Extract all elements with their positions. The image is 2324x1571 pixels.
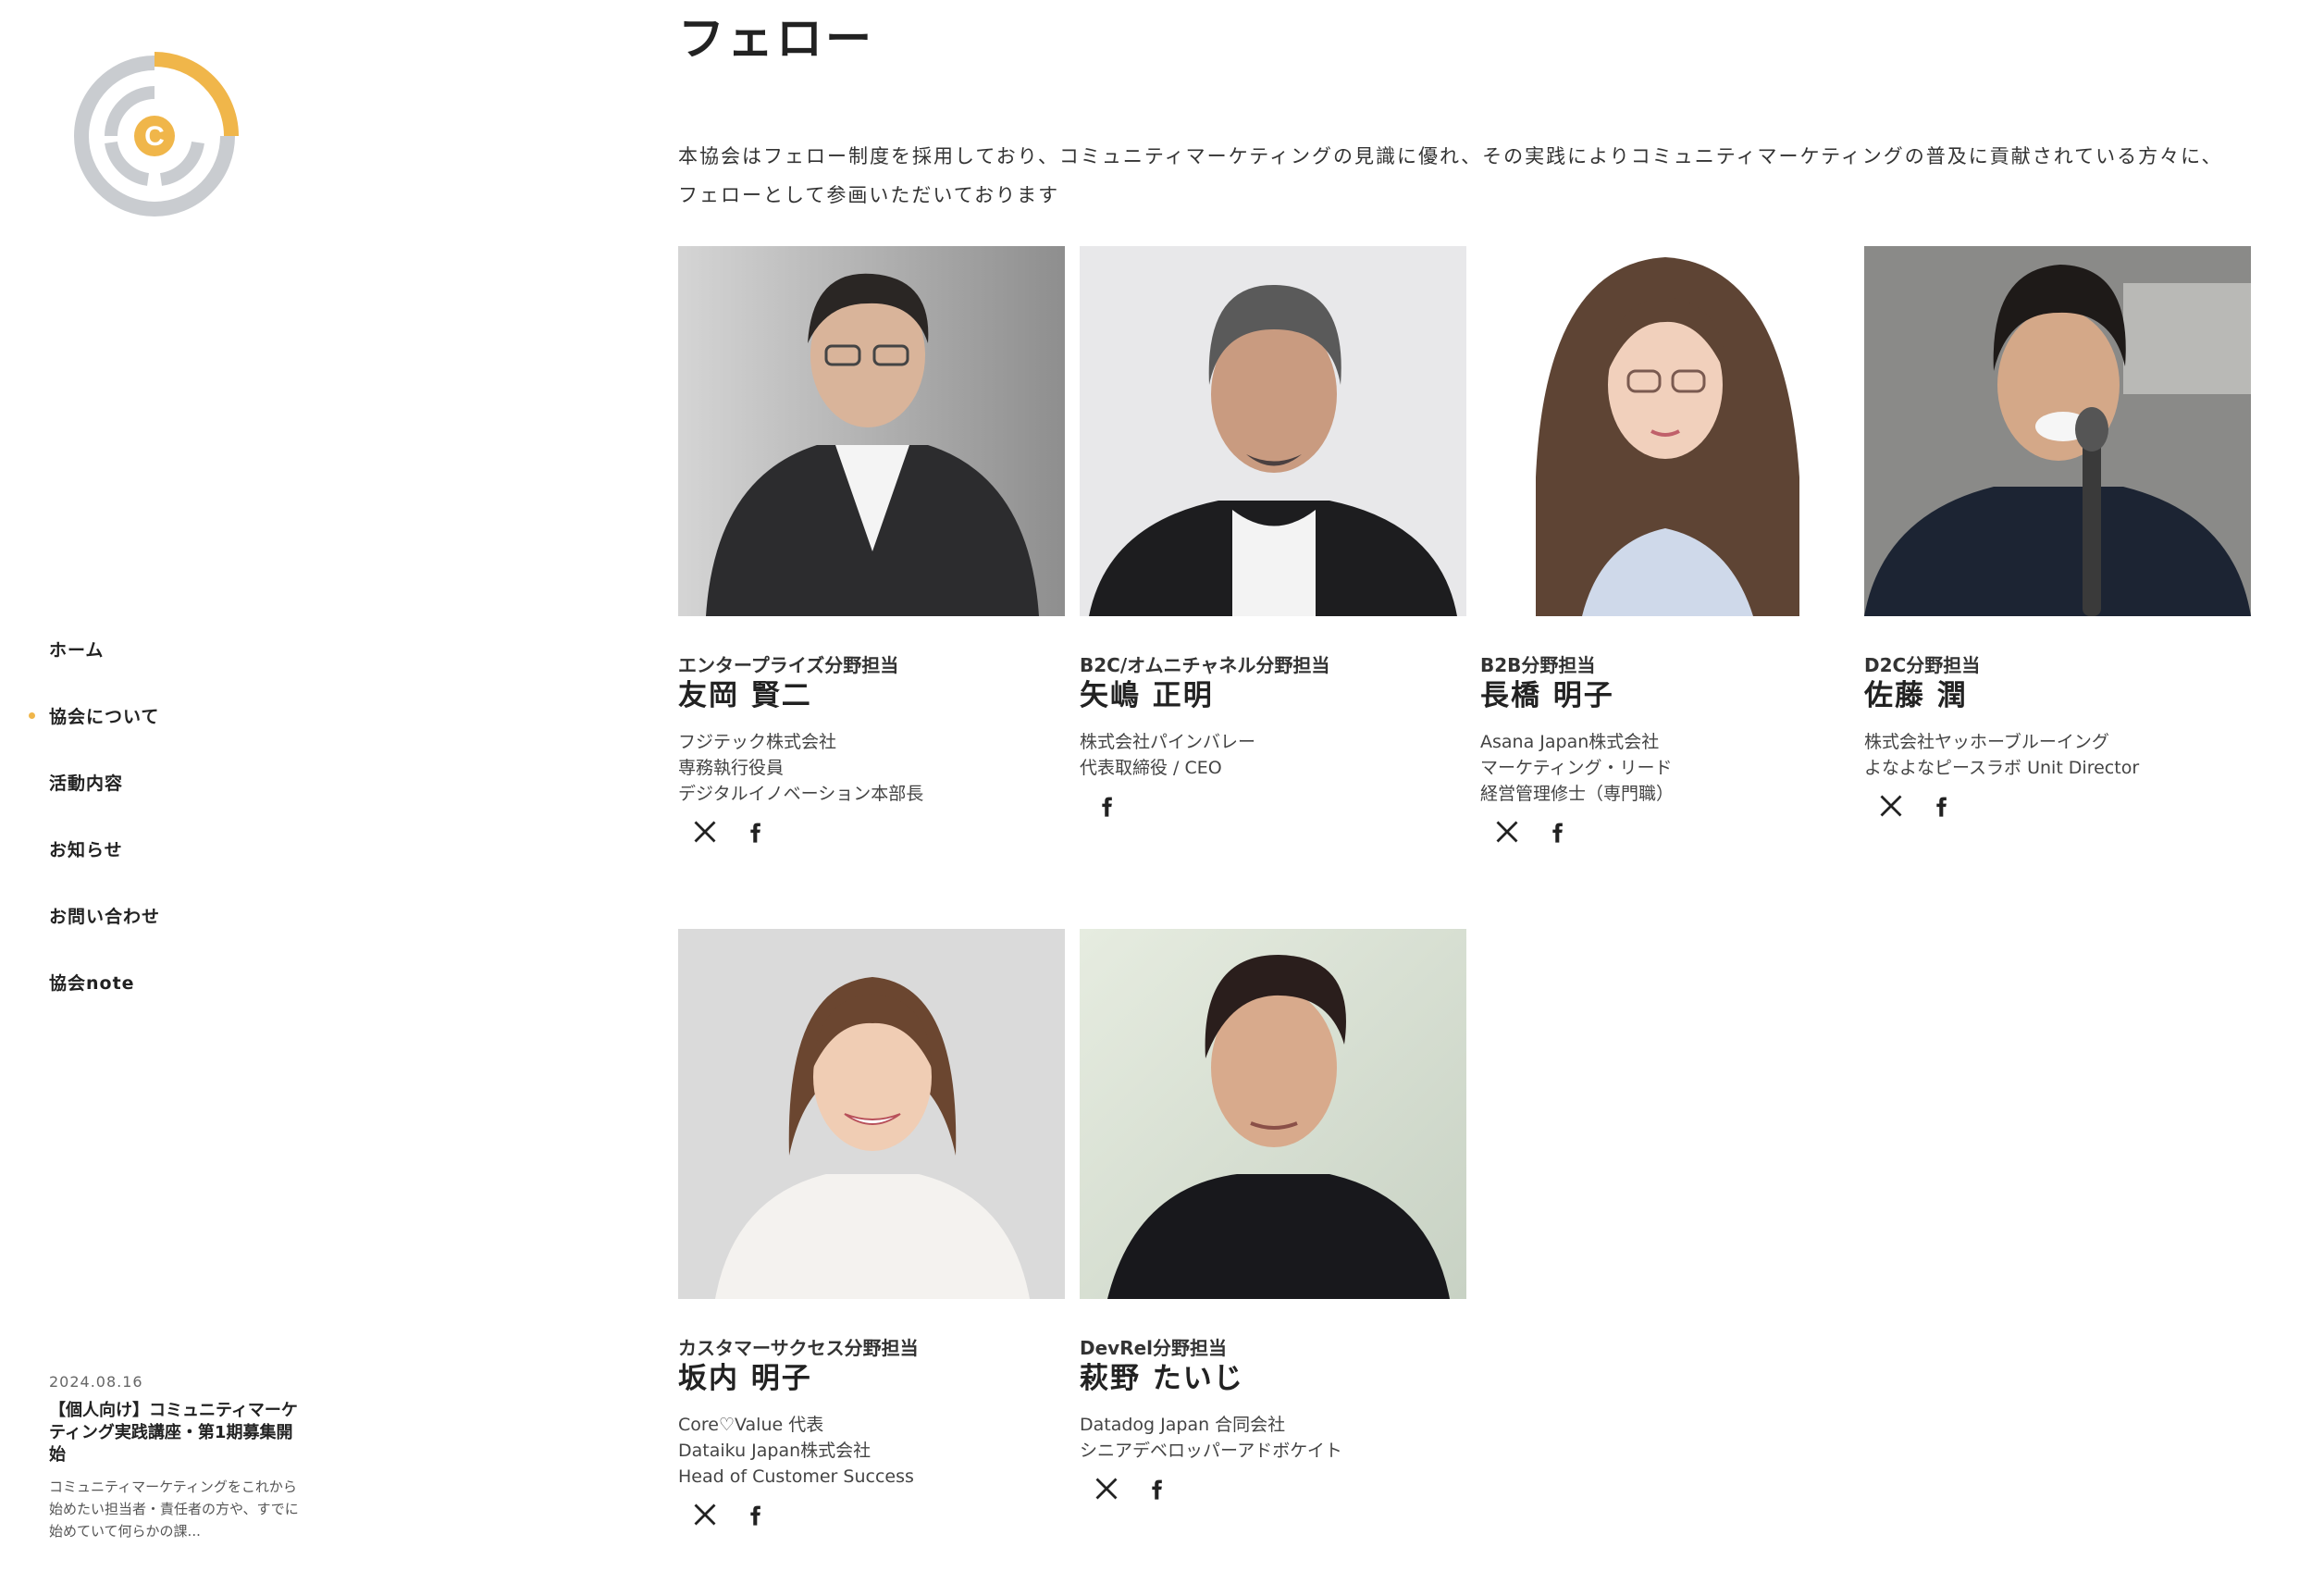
fellow-description: Core♡Value 代表 Dataiku Japan株式会社 Head of … xyxy=(678,1412,1065,1490)
fellow-description: Datadog Japan 合同会社 シニアデベロッパーアドボケイト xyxy=(1080,1412,1466,1464)
x-icon[interactable] xyxy=(689,1499,721,1530)
fellow-desc-line: シニアデベロッパーアドボケイト xyxy=(1080,1441,1342,1461)
fellow-desc-line: フジテック株式会社 xyxy=(678,732,837,752)
fellow-desc-line: Asana Japan株式会社 xyxy=(1480,732,1660,752)
fellow-desc-line: 代表取締役 / CEO xyxy=(1080,758,1222,778)
fellow-card: DevRel分野担当 萩野 たいじ Datadog Japan 合同会社 シニア… xyxy=(1080,929,1466,1504)
fellow-social-links xyxy=(1080,1473,1466,1504)
fellow-desc-line: デジタルイノベーション本部長 xyxy=(678,784,924,804)
fellow-social-links xyxy=(678,816,1065,847)
fellow-field: DevRel分野担当 xyxy=(1080,1337,1228,1359)
fellow-photo xyxy=(1080,246,1466,616)
fellow-social-links xyxy=(678,1499,1065,1530)
fellow-card: B2C/オムニチャネル分野担当 矢嶋 正明 株式会社パインバレー 代表取締役 /… xyxy=(1080,246,1466,822)
fellow-description: 株式会社パインバレー 代表取締役 / CEO xyxy=(1080,729,1466,781)
fellow-card: D2C分野担当 佐藤 潤 株式会社ヤッホーブルーイング よなよなピースラボ Un… xyxy=(1864,246,2251,822)
nav-item-contact[interactable]: お問い合わせ xyxy=(49,903,160,970)
nav-item-about[interactable]: 協会について xyxy=(28,703,160,770)
fellow-description: Asana Japan株式会社 マーケティング・リード 経営管理修士（専門職） xyxy=(1480,729,1867,807)
fellow-field: B2B分野担当 xyxy=(1480,654,1596,676)
fellow-social-links xyxy=(1480,816,1867,847)
page-title: フェロー xyxy=(678,12,874,66)
fellow-desc-line: Datadog Japan 合同会社 xyxy=(1080,1415,1286,1435)
nav-item-news[interactable]: お知らせ xyxy=(49,836,160,903)
x-icon[interactable] xyxy=(1091,1473,1122,1504)
facebook-icon[interactable] xyxy=(739,1499,771,1530)
logo-letter: C xyxy=(144,121,165,152)
fellow-desc-line: Core♡Value 代表 xyxy=(678,1415,824,1435)
fellow-card: エンタープライズ分野担当 友岡 賢二 フジテック株式会社 専務執行役員 デジタル… xyxy=(678,246,1065,847)
main-nav: ホーム 協会について 活動内容 お知らせ お問い合わせ 協会note xyxy=(28,637,160,1036)
intro-text: 本協会はフェロー制度を採用しており、コミュニティマーケティングの見識に優れ、その… xyxy=(678,137,2251,215)
x-icon[interactable] xyxy=(1875,790,1907,822)
fellow-name: 佐藤 潤 xyxy=(1864,679,1968,712)
fellow-name: 長橋 明子 xyxy=(1480,679,1614,712)
news-excerpt: コミュニティマーケティングをこれから始めたい担当者・責任者の方や、すでに始めてい… xyxy=(49,1478,299,1540)
fellow-social-links xyxy=(1864,790,2251,822)
fellow-name: 萩野 たいじ xyxy=(1080,1362,1244,1395)
fellow-social-links xyxy=(1080,790,1466,822)
fellow-photo xyxy=(1480,246,1867,616)
fellow-photo xyxy=(678,929,1065,1299)
fellow-description: 株式会社ヤッホーブルーイング よなよなピースラボ Unit Director xyxy=(1864,729,2251,781)
site-logo[interactable]: C xyxy=(70,52,239,220)
fellow-photo xyxy=(678,246,1065,616)
fellow-field: カスタマーサクセス分野担当 xyxy=(678,1337,919,1359)
nav-item-activities[interactable]: 活動内容 xyxy=(49,770,160,836)
news-title[interactable]: 【個人向け】コミュニティマーケティング実践講座・第1期募集開始 xyxy=(49,1400,301,1466)
fellow-photo xyxy=(1864,246,2251,616)
fellow-desc-line: 経営管理修士（専門職） xyxy=(1480,784,1675,804)
fellow-desc-line: 株式会社ヤッホーブルーイング xyxy=(1864,732,2109,752)
nav-item-home[interactable]: ホーム xyxy=(49,637,160,703)
facebook-icon[interactable] xyxy=(1925,790,1957,822)
fellow-name: 坂内 明子 xyxy=(678,1362,812,1395)
facebook-icon[interactable] xyxy=(739,816,771,847)
fellow-description: フジテック株式会社 専務執行役員 デジタルイノベーション本部長 xyxy=(678,729,1065,807)
fellow-field: エンタープライズ分野担当 xyxy=(678,654,899,676)
fellow-desc-line: Dataiku Japan株式会社 xyxy=(678,1441,872,1461)
fellow-field: B2C/オムニチャネル分野担当 xyxy=(1080,654,1330,676)
fellow-desc-line: 専務執行役員 xyxy=(678,758,785,778)
x-icon[interactable] xyxy=(689,816,721,847)
latest-news[interactable]: 2024.08.16 【個人向け】コミュニティマーケティング実践講座・第1期募集… xyxy=(49,1373,301,1542)
fellow-desc-line: マーケティング・リード xyxy=(1480,758,1673,778)
fellow-desc-line: Head of Customer Success xyxy=(678,1466,914,1487)
fellow-name: 矢嶋 正明 xyxy=(1080,679,1214,712)
fellow-desc-line: よなよなピースラボ Unit Director xyxy=(1864,758,2140,778)
fellow-card: カスタマーサクセス分野担当 坂内 明子 Core♡Value 代表 Dataik… xyxy=(678,929,1065,1530)
facebook-icon[interactable] xyxy=(1141,1473,1172,1504)
facebook-icon[interactable] xyxy=(1541,816,1573,847)
news-date: 2024.08.16 xyxy=(49,1373,143,1391)
intro-line-1: 本協会はフェロー制度を採用しており、コミュニティマーケティングの見識に優れ、その… xyxy=(678,145,2223,167)
nav-item-note[interactable]: 協会note xyxy=(49,970,160,1036)
fellow-name: 友岡 賢二 xyxy=(678,679,812,712)
fellow-field: D2C分野担当 xyxy=(1864,654,1981,676)
fellow-photo xyxy=(1080,929,1466,1299)
fellow-desc-line: 株式会社パインバレー xyxy=(1080,732,1256,752)
intro-line-2: フェローとして参画いただいております xyxy=(678,184,1060,206)
facebook-icon[interactable] xyxy=(1091,790,1122,822)
fellow-card: B2B分野担当 長橋 明子 Asana Japan株式会社 マーケティング・リー… xyxy=(1480,246,1867,847)
x-icon[interactable] xyxy=(1491,816,1523,847)
